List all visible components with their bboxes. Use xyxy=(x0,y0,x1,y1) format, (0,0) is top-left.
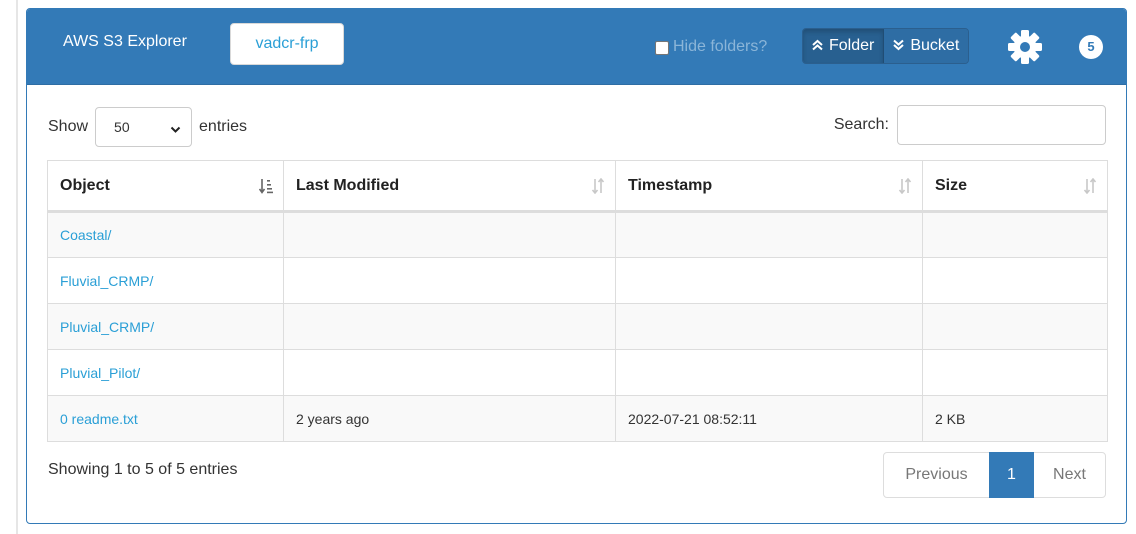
chevron-down-icon xyxy=(170,122,181,133)
previous-page-button[interactable]: Previous xyxy=(883,452,990,498)
sort-icon xyxy=(1083,177,1097,195)
panel-header: AWS S3 Explorer vadcr-frp Hide folders? … xyxy=(27,9,1126,85)
object-cell: Coastal/ xyxy=(47,211,284,258)
chevron-double-up-icon xyxy=(812,39,823,54)
size-cell: 2 KB xyxy=(922,395,1108,442)
page-length-select[interactable]: 50 xyxy=(95,107,193,147)
object-cell: Pluvial_CRMP/ xyxy=(47,303,284,350)
hide-folders-checkbox[interactable] xyxy=(655,40,669,55)
table-row: Pluvial_Pilot/ xyxy=(47,349,1108,396)
explorer-panel: AWS S3 Explorer vadcr-frp Hide folders? … xyxy=(26,8,1127,524)
object-link[interactable]: Fluvial_CRMP/ xyxy=(60,273,153,289)
column-header-timestamp[interactable]: Timestamp xyxy=(615,160,923,213)
object-cell: 0 readme.txt xyxy=(47,395,284,442)
last-modified-cell xyxy=(283,211,616,258)
table-info: Showing 1 to 5 of 5 entries xyxy=(48,461,238,478)
object-link[interactable]: 0 readme.txt xyxy=(60,411,138,427)
next-page-button[interactable]: Next xyxy=(1033,452,1106,498)
bucket-name-button[interactable]: vadcr-frp xyxy=(230,23,344,65)
size-cell xyxy=(922,303,1108,350)
timestamp-cell xyxy=(615,211,923,258)
search-input[interactable] xyxy=(897,105,1106,145)
size-cell xyxy=(922,211,1108,258)
object-cell: Fluvial_CRMP/ xyxy=(47,257,284,304)
object-cell: Pluvial_Pilot/ xyxy=(47,349,284,396)
column-header-last-modified[interactable]: Last Modified xyxy=(283,160,616,213)
folder-button-label: Folder xyxy=(829,37,875,54)
last-modified-cell: 2 years ago xyxy=(283,395,616,442)
search-control: Search: xyxy=(834,105,1106,145)
size-cell xyxy=(922,349,1108,396)
search-label: Search: xyxy=(833,116,889,133)
bucket-button[interactable]: Bucket xyxy=(883,29,969,63)
gear-icon[interactable] xyxy=(1007,29,1043,65)
sort-icon xyxy=(898,177,912,195)
pagination: Previous 1 Next xyxy=(883,452,1106,498)
entries-label: entries xyxy=(199,118,248,135)
table-row: Pluvial_CRMP/ xyxy=(47,303,1108,350)
sort-icon xyxy=(591,177,605,195)
folder-button[interactable]: Folder xyxy=(803,29,884,63)
page-1-button[interactable]: 1 xyxy=(989,452,1034,498)
object-link[interactable]: Coastal/ xyxy=(60,227,111,243)
timestamp-cell xyxy=(615,303,923,350)
column-header-object[interactable]: Object xyxy=(47,160,284,213)
left-divider xyxy=(16,0,18,534)
table-row: Fluvial_CRMP/ xyxy=(47,257,1108,304)
table-row: 0 readme.txt 2 years ago 2022-07-21 08:5… xyxy=(47,395,1108,442)
last-modified-cell xyxy=(283,349,616,396)
show-label: Show xyxy=(48,118,89,135)
page-length-control: Show 50 entries xyxy=(48,107,247,147)
object-link[interactable]: Pluvial_CRMP/ xyxy=(60,319,154,335)
count-badge: 5 xyxy=(1079,35,1103,59)
hide-folders-label: Hide folders? xyxy=(673,38,768,55)
hide-folders-toggle[interactable]: Hide folders? xyxy=(655,38,767,56)
table-header-row: Object Last Modified Timestamp Size xyxy=(47,160,1108,213)
view-toggle-group: Folder Bucket xyxy=(802,28,970,64)
table-row: Coastal/ xyxy=(47,211,1108,258)
objects-table: Object Last Modified Timestamp Size Coas… xyxy=(47,160,1108,442)
timestamp-cell: 2022-07-21 08:52:11 xyxy=(615,395,923,442)
timestamp-cell xyxy=(615,257,923,304)
bucket-button-label: Bucket xyxy=(910,37,960,54)
sort-ascending-icon xyxy=(258,178,273,194)
column-header-size[interactable]: Size xyxy=(922,160,1108,213)
object-link[interactable]: Pluvial_Pilot/ xyxy=(60,365,140,381)
timestamp-cell xyxy=(615,349,923,396)
app-title: AWS S3 Explorer xyxy=(63,33,187,50)
page-length-value: 50 xyxy=(114,119,130,135)
chevron-double-down-icon xyxy=(893,39,905,54)
last-modified-cell xyxy=(283,303,616,350)
size-cell xyxy=(922,257,1108,304)
last-modified-cell xyxy=(283,257,616,304)
